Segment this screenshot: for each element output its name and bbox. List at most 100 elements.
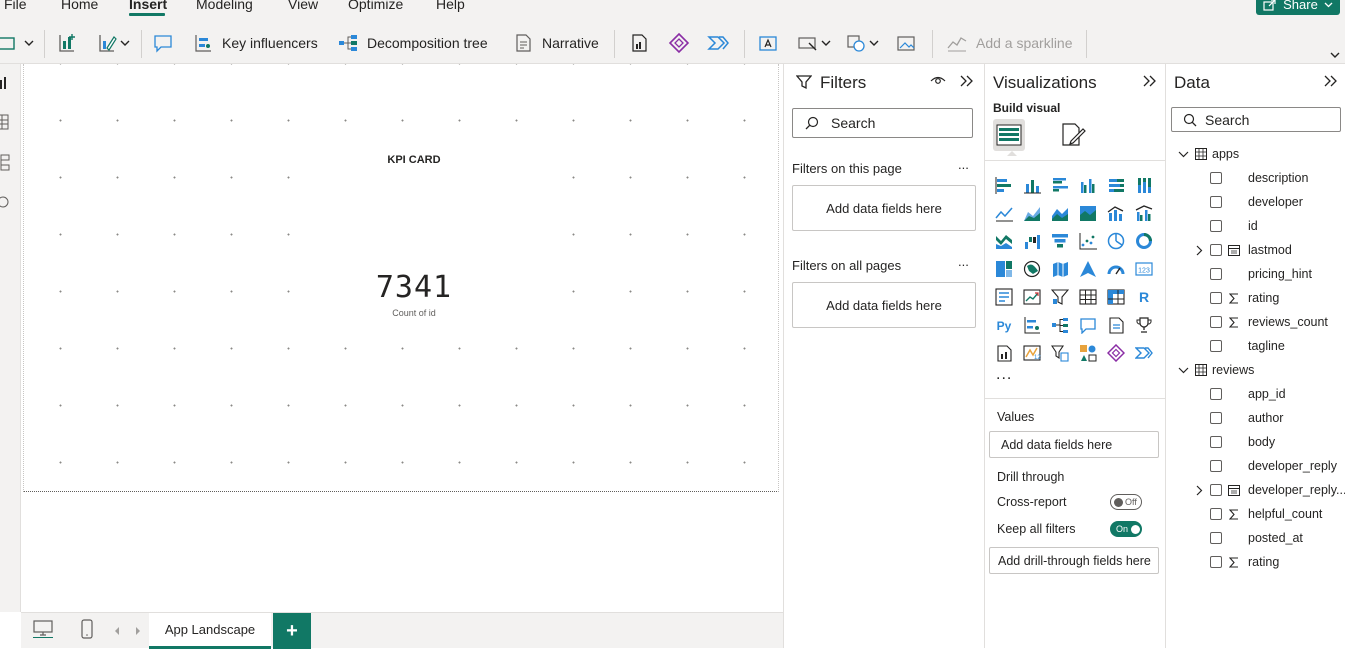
field-item[interactable]: id [1194,216,1258,236]
shapes-button[interactable] [845,30,879,56]
format-visual-tab[interactable] [1059,121,1087,149]
field-item[interactable]: pricing_hint [1194,264,1312,284]
decomposition-tree-button[interactable]: Decomposition tree [337,30,488,56]
keep-all-filters-toggle[interactable]: On [1110,521,1142,537]
field-item[interactable]: tagline [1194,336,1285,356]
share-button[interactable]: Share [1256,0,1340,15]
new-page-button[interactable] [0,30,34,56]
filters-this-page-well[interactable]: Add data fields here [792,185,976,231]
field-checkbox[interactable] [1210,196,1222,208]
more-visuals-button[interactable] [96,30,130,56]
filters-search-input[interactable]: Search [792,108,973,138]
funnel-chart-icon[interactable] [1051,232,1069,250]
field-checkbox[interactable] [1210,460,1222,472]
field-item[interactable]: body [1194,432,1275,452]
100-stacked-area-icon[interactable] [1079,204,1097,222]
custom-visual-icon[interactable] [1079,344,1097,362]
ribbon-chart-icon[interactable] [995,232,1013,250]
key-influencers-button[interactable]: Key influencers [192,30,318,56]
slicer-icon[interactable] [1051,288,1069,306]
clustered-column-chart-icon[interactable] [1079,176,1097,194]
add-sparkline-button[interactable]: Add a sparkline [946,30,1073,56]
field-item[interactable]: rating [1194,288,1279,308]
buttons-button[interactable] [797,30,831,56]
power-automate-button[interactable] [707,30,729,56]
stacked-area-chart-icon[interactable] [1051,204,1069,222]
gauge-icon[interactable] [1107,260,1125,278]
table-node-apps[interactable]: apps [1178,144,1239,164]
treemap-icon[interactable] [995,260,1013,278]
clustered-bar-chart-icon[interactable] [1051,176,1069,194]
field-item[interactable]: helpful_count [1194,504,1322,524]
field-item[interactable]: lastmod [1194,240,1292,260]
field-checkbox[interactable] [1210,292,1222,304]
card-icon[interactable]: 123 [1135,260,1153,278]
field-checkbox[interactable] [1210,436,1222,448]
q-and-a-icon[interactable] [1079,316,1097,334]
stacked-column-chart-icon[interactable] [1023,176,1041,194]
field-item[interactable]: author [1194,408,1283,428]
pie-chart-icon[interactable] [1107,232,1125,250]
field-item[interactable]: developer_reply [1194,456,1337,476]
more-options-icon[interactable]: ... [958,157,969,172]
add-page-button[interactable]: + [273,613,311,649]
collapse-filters-chevron-icon[interactable] [960,75,974,87]
new-visual-button[interactable] [56,30,78,56]
field-checkbox[interactable] [1210,316,1222,328]
key-influencers-icon[interactable] [1023,316,1041,334]
multi-row-card-icon[interactable] [995,288,1013,306]
text-box-button[interactable] [757,30,779,56]
filter-slicer-icon[interactable] [1051,344,1069,362]
field-checkbox[interactable] [1210,484,1222,496]
field-checkbox[interactable] [1210,532,1222,544]
scatter-chart-icon[interactable] [1079,232,1097,250]
field-checkbox[interactable] [1210,412,1222,424]
menu-modeling[interactable]: Modeling [196,0,253,12]
cross-report-toggle[interactable]: Off [1110,494,1142,510]
field-item[interactable]: reviews_count [1194,312,1328,332]
field-checkbox[interactable] [1210,220,1222,232]
field-checkbox[interactable] [1210,172,1222,184]
expand-chevron-right-icon[interactable] [1194,245,1204,256]
field-item[interactable]: developer [1194,192,1303,212]
area-chart-icon[interactable] [1023,204,1041,222]
filled-map-icon[interactable] [1051,260,1069,278]
values-well[interactable]: Add data fields here [989,431,1159,458]
line-chart-icon[interactable] [995,204,1013,222]
chevron-down-icon[interactable] [1178,367,1189,374]
chevron-down-icon[interactable] [1178,151,1189,158]
field-checkbox[interactable] [1210,556,1222,568]
arcgis-map-icon[interactable]: 123 [1023,344,1041,362]
stacked-bar-chart-icon[interactable] [995,176,1013,194]
power-apps-button[interactable] [668,30,690,56]
field-item[interactable]: posted_at [1194,528,1303,548]
paginated-report-button[interactable] [628,30,650,56]
model-view-icon[interactable] [0,154,10,172]
report-view-icon[interactable] [0,76,10,90]
build-visual-tab[interactable] [993,119,1025,151]
azure-map-icon[interactable] [1079,260,1097,278]
python-visual-icon[interactable]: Py [995,316,1013,334]
field-checkbox[interactable] [1210,388,1222,400]
kpi-card-visual[interactable]: KPI CARD 7341 Count of id [294,144,534,344]
data-search-input[interactable]: Search [1171,107,1341,132]
power-automate-icon[interactable] [1135,344,1153,362]
table-node-reviews[interactable]: reviews [1178,360,1254,380]
expand-chevron-right-icon[interactable] [1194,485,1204,496]
ribbon-collapse-chevron-icon[interactable] [1330,52,1340,58]
collapse-data-chevron-icon[interactable] [1324,75,1338,87]
matrix-icon[interactable] [1107,288,1125,306]
kpi-icon[interactable] [1023,288,1041,306]
field-checkbox[interactable] [1210,508,1222,520]
100-stacked-bar-icon[interactable] [1107,176,1125,194]
menu-help[interactable]: Help [436,0,465,12]
more-visuals-icon[interactable]: ... [996,367,1012,383]
desktop-layout-icon[interactable] [33,620,53,638]
page-tab-app-landscape[interactable]: App Landscape [149,613,271,649]
table-icon[interactable] [1079,288,1097,306]
eye-icon[interactable] [930,75,946,87]
dax-query-view-icon[interactable] [0,194,10,210]
narrative-button[interactable]: Narrative [512,30,599,56]
power-apps-icon[interactable] [1107,344,1125,362]
waterfall-chart-icon[interactable] [1023,232,1041,250]
